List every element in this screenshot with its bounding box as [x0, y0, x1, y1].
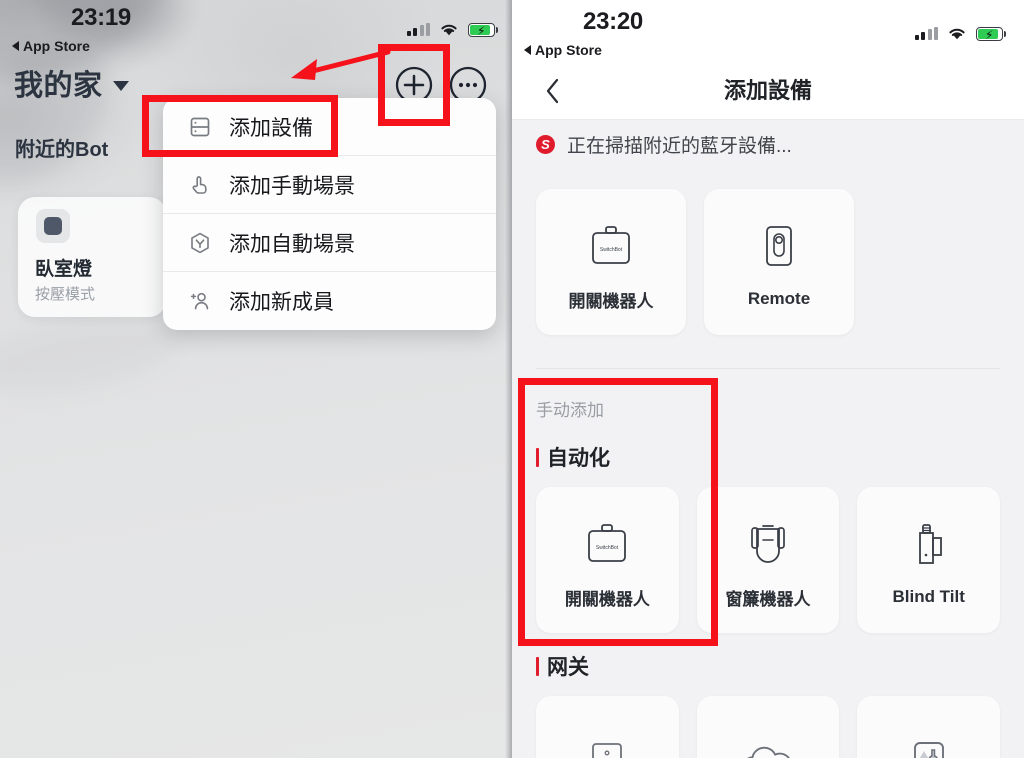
cellular-bars-icon — [406, 23, 430, 36]
menu-item-label: 添加設備 — [229, 116, 313, 140]
meter-icon — [902, 737, 956, 758]
blind-tilt-icon — [902, 513, 956, 571]
curtain-robot-icon — [741, 511, 795, 569]
scanning-status-text: 正在掃描附近的藍牙設備... — [567, 135, 792, 157]
device-name: 臥室燈 — [35, 259, 93, 280]
menu-item-label: 添加手動場景 — [229, 174, 355, 198]
back-app-label: App Store — [535, 42, 602, 58]
status-indicators: ⚡ — [406, 22, 498, 37]
tile-label: 開關機器人 — [564, 589, 650, 609]
scanned-device-grid: SwitchBot 開關機器人 Remote — [536, 189, 1000, 335]
category-header-gateway: 网关 — [536, 651, 589, 681]
device-mode: 按壓模式 — [35, 286, 96, 303]
battery-charging-icon: ⚡ — [468, 22, 495, 37]
left-phone-screen: 23:19 App Store ⚡ 我的家 附近的Bot 臥室燈 按壓模式 添加… — [0, 0, 512, 758]
menu-item-add-member[interactable]: 添加新成員 — [163, 272, 496, 330]
manual-add-label: 手动添加 — [536, 401, 604, 420]
left-status-bar: 23:19 App Store ⚡ — [0, 0, 512, 54]
category-accent-bar — [536, 656, 539, 676]
tile-cloud[interactable] — [696, 696, 840, 758]
leaf-shadow-4 — [0, 302, 185, 408]
screenshot-stage: 23:19 App Store ⚡ 我的家 附近的Bot 臥室燈 按壓模式 添加… — [0, 0, 1024, 758]
switchbot-badge-icon: S — [536, 134, 555, 154]
chevron-down-icon — [112, 81, 129, 91]
svg-text:SwitchBot: SwitchBot — [600, 247, 623, 253]
status-time: 23:20 — [583, 8, 643, 35]
menu-item-label: 添加新成員 — [229, 291, 334, 314]
server-rack-icon — [187, 114, 213, 140]
navigation-bar: 添加設備 — [512, 62, 1024, 120]
switchbot-bot-icon: SwitchBot — [584, 213, 638, 271]
add-menu-dropdown: 添加設備 添加手動場景 添加自動場景 添加新成員 — [163, 98, 496, 330]
cloud-icon — [737, 737, 799, 758]
back-triangle-icon — [12, 41, 19, 51]
hand-tap-icon — [187, 172, 213, 198]
tile-label: 窗簾機器人 — [725, 589, 811, 609]
category-header-automation: 自动化 — [536, 442, 610, 472]
hub-plate-icon: SwitchBot — [580, 737, 634, 758]
home-name-selector[interactable]: 我的家 — [14, 62, 129, 104]
back-triangle-icon — [524, 45, 531, 55]
home-name-label: 我的家 — [14, 70, 103, 102]
person-add-icon — [187, 288, 213, 314]
automation-device-grid: SwitchBot 開關機器人 窗簾機器人 Blind Tilt — [536, 487, 1001, 633]
tile-scanned-bot[interactable]: SwitchBot 開關機器人 — [536, 189, 686, 335]
hexagon-clock-icon — [187, 230, 213, 256]
category-name: 网关 — [547, 656, 589, 679]
back-app-label: App Store — [23, 38, 90, 54]
page-title: 添加設備 — [723, 78, 812, 103]
cellular-bars-icon — [914, 27, 938, 40]
battery-charging-icon: ⚡ — [976, 26, 1003, 41]
bot-square-icon — [36, 209, 70, 243]
tile-hub-plate[interactable]: SwitchBot — [536, 696, 679, 758]
tile-label: 開關機器人 — [568, 291, 654, 311]
tile-meter[interactable] — [857, 696, 1001, 758]
wifi-icon — [949, 28, 965, 40]
status-indicators: ⚡ — [914, 26, 1006, 41]
right-phone-screen: 23:20 App Store ⚡ 添加設備 S 正在掃描附近的藍牙設備... … — [512, 0, 1024, 758]
gateway-device-grid: SwitchBot — [536, 696, 1001, 758]
return-to-app-store-link[interactable]: App Store — [524, 42, 602, 58]
tile-scanned-remote[interactable]: Remote — [704, 189, 854, 335]
tile-label: Remote — [747, 289, 811, 308]
menu-item-label: 添加自動場景 — [229, 232, 355, 256]
return-to-app-store-link[interactable]: App Store — [12, 38, 90, 54]
category-accent-bar — [536, 447, 539, 467]
device-card-bedroom-light[interactable]: 臥室燈 按壓模式 — [18, 197, 166, 317]
scanning-status-row: S 正在掃描附近的藍牙設備... — [512, 121, 1024, 167]
nearby-bot-section-label: 附近的Bot — [15, 139, 109, 161]
tile-blind-tilt[interactable]: Blind Tilt — [857, 487, 1001, 633]
switchbot-bot-icon: SwitchBot — [580, 511, 634, 569]
wifi-icon — [441, 24, 457, 36]
menu-item-add-auto-scene[interactable]: 添加自動場景 — [163, 214, 496, 272]
status-time: 23:19 — [71, 4, 131, 31]
tile-label: Blind Tilt — [892, 587, 965, 606]
tile-curtain-robot[interactable]: 窗簾機器人 — [696, 487, 840, 633]
menu-item-add-device[interactable]: 添加設備 — [163, 98, 496, 156]
svg-text:SwitchBot: SwitchBot — [596, 545, 619, 551]
remote-icon — [752, 215, 806, 273]
right-status-bar: 23:20 App Store ⚡ — [512, 0, 1024, 62]
tile-manual-bot[interactable]: SwitchBot 開關機器人 — [536, 487, 679, 633]
menu-item-add-manual-scene[interactable]: 添加手動場景 — [163, 156, 496, 214]
category-name: 自动化 — [547, 447, 610, 470]
section-divider — [536, 368, 1000, 369]
